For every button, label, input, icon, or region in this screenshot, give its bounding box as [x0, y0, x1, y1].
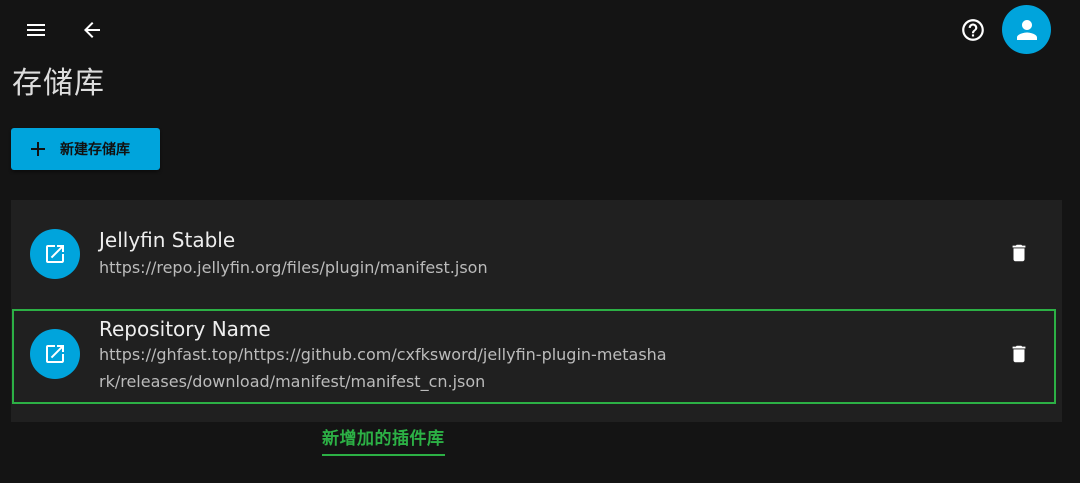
help-circle-icon [962, 19, 984, 41]
delete-repository-button[interactable] [1004, 339, 1034, 369]
menu-icon [27, 24, 45, 36]
page-title: 存储库 [12, 66, 105, 101]
back-button[interactable] [74, 12, 110, 48]
open-repository-link[interactable] [30, 229, 80, 279]
trash-icon [1012, 345, 1026, 363]
open-in-new-icon [46, 345, 64, 363]
plus-icon [31, 142, 45, 156]
help-button[interactable] [955, 12, 991, 48]
new-repository-button[interactable]: 新建存储库 [11, 128, 160, 170]
trash-icon [1012, 244, 1026, 262]
new-repository-label: 新建存储库 [60, 142, 130, 158]
open-in-new-icon [46, 245, 64, 263]
repository-name: Repository Name [99, 317, 271, 341]
repository-item: Jellyfin Stable https://repo.jellyfin.or… [11, 200, 1062, 308]
repository-item: Repository Name https://ghfast.top/https… [11, 308, 1062, 404]
person-icon [1016, 19, 1037, 40]
repository-url: https://repo.jellyfin.org/files/plugin/m… [99, 258, 488, 277]
user-avatar-button[interactable] [1002, 5, 1051, 54]
arrow-back-icon [84, 22, 100, 38]
repository-name: Jellyfin Stable [99, 228, 236, 252]
annotation-label: 新增加的插件库 [322, 424, 445, 456]
repository-url: https://ghfast.top/https://github.com/cx… [99, 345, 667, 391]
open-repository-link[interactable] [30, 329, 80, 379]
menu-button[interactable] [18, 12, 54, 48]
repository-list: Jellyfin Stable https://repo.jellyfin.or… [11, 200, 1062, 422]
delete-repository-button[interactable] [1004, 238, 1034, 268]
repositories-page: 存储库 新建存储库 Jellyfin Stable https://repo.j… [0, 0, 1080, 483]
